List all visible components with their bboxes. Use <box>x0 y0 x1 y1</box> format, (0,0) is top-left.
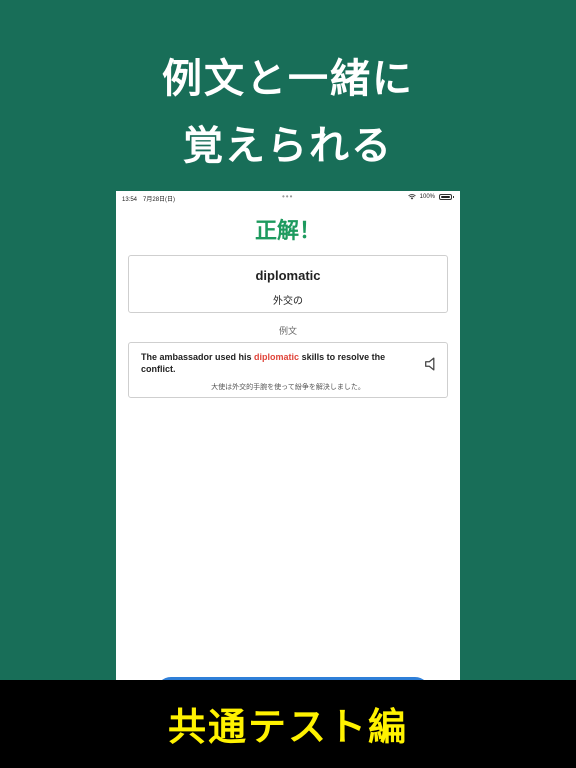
wifi-icon <box>407 194 416 200</box>
example-sentence: The ambassador used his diplomatic skill… <box>141 351 413 375</box>
promo-banner: 共通テスト編 <box>0 680 576 768</box>
sentence-highlight: diplomatic <box>254 352 300 362</box>
speaker-icon[interactable] <box>423 355 441 373</box>
status-date: 7月28日(日) <box>143 197 176 203</box>
app-screenshot: 13:54 7月28日(日) ••• 100% 正解！ diplomatic 外交… <box>116 191 460 691</box>
example-card: The ambassador used his diplomatic skill… <box>128 342 448 398</box>
vocab-word: diplomatic <box>255 268 321 283</box>
promo-headline-line1: 例文と一緒に <box>162 56 414 102</box>
status-time: 13:54 <box>122 197 138 203</box>
promo-headline-line2: 覚えられる <box>183 123 393 169</box>
word-card: diplomatic 外交の <box>128 255 448 313</box>
status-bar: 13:54 7月28日(日) ••• 100% <box>116 191 460 205</box>
example-label: 例文 <box>278 327 297 337</box>
status-right: 100% <box>407 194 454 200</box>
banner-text: 共通テスト編 <box>167 705 408 749</box>
example-translation: 大使は外交的手腕を使って紛争を解決しました。 <box>211 383 365 391</box>
vocab-meaning: 外交の <box>273 296 303 307</box>
status-time-date: 13:54 7月28日(日) <box>122 194 181 203</box>
battery-icon <box>439 194 454 200</box>
sentence-before: The ambassador used his <box>141 352 255 362</box>
multitasking-dots[interactable]: ••• <box>282 192 293 201</box>
result-title: 正解！ <box>254 219 321 244</box>
battery-percent: 100% <box>419 194 435 200</box>
